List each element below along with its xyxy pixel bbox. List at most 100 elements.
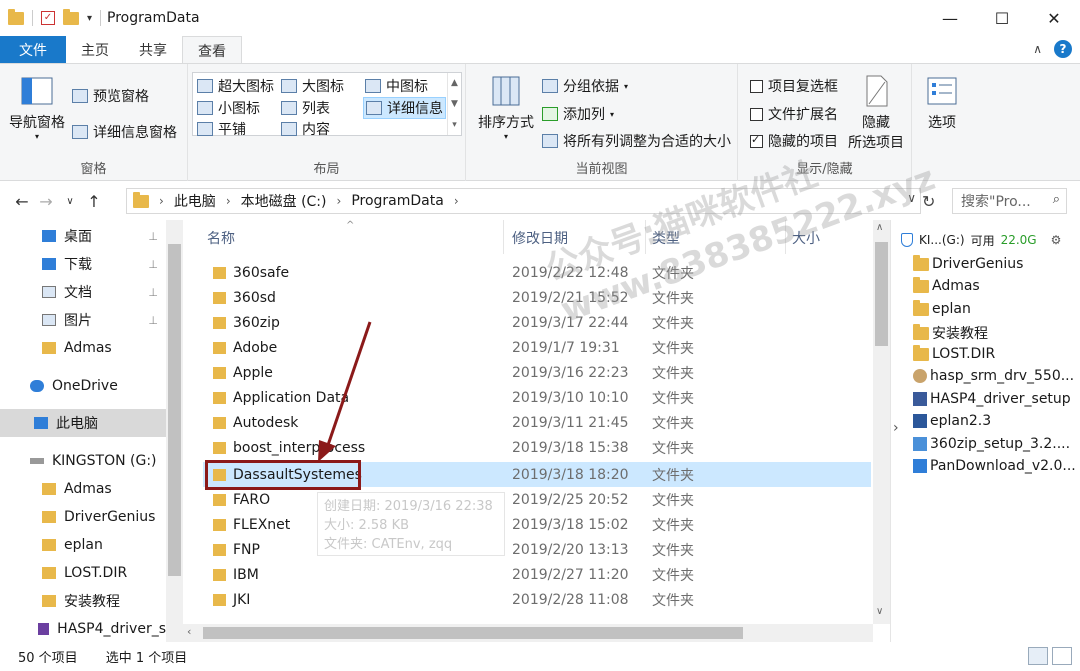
right-pane-item[interactable]: HASP4_driver_setup [913,391,1071,407]
sort-by-button[interactable]: 排序方式 ▾ [476,74,536,141]
column-header-name[interactable]: 名称 [207,226,235,250]
layout-content[interactable]: 内容 [281,119,330,139]
right-pane-item[interactable]: eplan2.3 [913,413,991,429]
layout-large-icons[interactable]: 大图标 [281,76,344,96]
details-view-icon[interactable] [1028,647,1048,665]
column-divider[interactable] [503,220,504,254]
breadcrumb-local-disk[interactable]: 本地磁盘 (C:) [241,191,327,211]
address-bar[interactable]: › 此电脑 › 本地磁盘 (C:) › ProgramData › ∨ [126,188,921,214]
file-row[interactable]: boost_interprocess 2019/3/18 15:38 文件夹 [203,435,871,460]
chevron-down-icon[interactable]: ▼ [451,99,458,109]
nav-item-pictures[interactable]: 图片 ⊥ [0,306,166,334]
file-row[interactable]: Apple 2019/3/16 22:23 文件夹 [203,360,871,385]
right-pane-item[interactable]: 安装教程 [913,323,988,343]
pin-icon[interactable]: ⊥ [148,286,158,299]
navigation-pane-button[interactable]: 导航窗格 ▾ [6,74,68,141]
layout-gallery-scroll[interactable]: ▲ ▼ ▾ [447,73,461,135]
minimize-button[interactable]: — [924,0,976,36]
layout-medium-icons[interactable]: 中图标 [365,76,428,96]
layout-tiles[interactable]: 平铺 [197,119,246,139]
file-row[interactable]: IBM 2019/2/27 11:20 文件夹 [203,562,871,587]
item-checkboxes-toggle[interactable]: 项目复选框 [750,76,838,96]
layout-details[interactable]: 详细信息 [363,97,446,119]
scroll-left-icon[interactable]: ‹ [187,625,191,638]
nav-item-this-pc[interactable]: 此电脑 [0,409,166,437]
nav-item-eplan[interactable]: eplan [0,531,166,559]
chevron-right-icon[interactable]: › [159,194,164,208]
nav-item-hasp4[interactable]: HASP4_driver_s [0,615,166,642]
vertical-scroll-thumb[interactable] [875,242,888,346]
chevron-right-icon[interactable]: › [337,194,342,208]
properties-icon[interactable]: ✓ [41,11,55,25]
column-divider[interactable] [785,220,786,254]
file-extensions-checkbox[interactable] [750,107,763,121]
new-folder-icon[interactable] [63,8,79,25]
horizontal-scroll-thumb[interactable] [203,627,743,639]
chevron-up-icon[interactable]: ▲ [451,78,458,88]
gear-icon[interactable]: ⚙ [1051,233,1062,247]
file-row[interactable]: 360zip 2019/3/17 22:44 文件夹 [203,310,871,335]
scroll-up-icon[interactable]: ∧ [876,222,883,233]
tab-view[interactable]: 查看 [182,36,242,64]
search-icon[interactable]: ⌕ [1053,192,1060,207]
file-row[interactable]: FLEXnet 2019/3/18 15:02 文件夹 [203,512,871,537]
nav-item-admas-pinned[interactable]: Admas [0,334,166,362]
file-row[interactable]: FARO 2019/2/25 20:52 文件夹 [203,487,871,512]
forward-button[interactable]: → [34,192,58,211]
chevron-right-icon[interactable]: › [893,420,899,436]
file-extensions-toggle[interactable]: 文件扩展名 [750,104,838,124]
tab-file[interactable]: 文件 [0,36,66,64]
pin-icon[interactable]: ⊥ [148,258,158,271]
close-button[interactable]: ✕ [1028,0,1080,36]
pin-icon[interactable]: ⊥ [148,314,158,327]
nav-item-kingston[interactable]: KINGSTON (G:) [0,447,166,475]
details-pane-button[interactable]: 详细信息窗格 [72,122,177,142]
breadcrumb-this-pc[interactable]: 此电脑 [174,191,216,211]
add-columns-button[interactable]: 添加列 ▾ [542,104,614,124]
file-row[interactable]: Autodesk 2019/3/11 21:45 文件夹 [203,410,871,435]
pin-icon[interactable]: ⊥ [148,230,158,243]
layout-list[interactable]: 列表 [281,98,330,118]
breadcrumb-programdata[interactable]: ProgramData [351,193,444,209]
nav-item-install-guide[interactable]: 安装教程 [0,587,166,615]
hide-selected-button[interactable]: 隐藏 所选项目 [846,74,906,152]
horizontal-scrollbar[interactable]: ‹ [183,624,873,642]
file-row[interactable]: Adobe 2019/1/7 19:31 文件夹 [203,335,871,360]
size-all-columns-button[interactable]: 将所有列调整为合适的大小 [542,131,731,151]
search-input[interactable]: 搜索"Pro... ⌕ [952,188,1067,214]
scroll-down-icon[interactable]: ∨ [876,606,883,617]
nav-item-onedrive[interactable]: OneDrive [0,372,166,400]
hidden-items-checkbox[interactable] [750,133,763,148]
nav-item-downloads[interactable]: 下载 ⊥ [0,250,166,278]
large-icons-view-icon[interactable] [1052,647,1072,665]
column-header-size[interactable]: 大小 [792,226,820,250]
customize-toolbar-icon[interactable]: ▾ [87,13,92,24]
right-pane-item[interactable]: hasp_srm_drv_550... [913,368,1074,384]
tab-home[interactable]: 主页 [66,36,124,64]
file-row[interactable]: 360sd 2019/2/21 15:52 文件夹 [203,285,871,310]
nav-scrollbar[interactable] [166,220,183,642]
expand-icon[interactable]: ▾ [452,120,457,130]
right-pane-item[interactable]: PanDownload_v2.0... [913,458,1076,474]
right-pane-item[interactable]: eplan [913,299,971,317]
options-button[interactable]: 选项 [922,74,962,132]
help-icon[interactable]: ? [1054,40,1072,58]
file-row[interactable]: Application Data 2019/3/10 10:10 文件夹 [203,385,871,410]
nav-item-drivergenius[interactable]: DriverGenius [0,503,166,531]
column-header-type[interactable]: 类型 [652,226,680,250]
chevron-right-icon[interactable]: › [226,194,231,208]
tab-share[interactable]: 共享 [124,36,182,64]
right-pane-item[interactable]: LOST.DIR [913,344,995,362]
recent-locations-button[interactable]: ∨ [58,196,82,207]
up-button[interactable]: ↑ [82,192,106,211]
column-divider[interactable] [645,220,646,254]
right-pane-item[interactable]: Admas [913,276,980,294]
back-button[interactable]: ← [10,192,34,211]
right-pane-item[interactable]: DriverGenius [913,254,1023,272]
address-dropdown-icon[interactable]: ∨ [907,191,916,205]
file-row[interactable]: 360safe 2019/2/22 12:48 文件夹 [203,260,871,285]
maximize-button[interactable]: ☐ [976,0,1028,36]
nav-item-admas[interactable]: Admas [0,475,166,503]
layout-small-icons[interactable]: 小图标 [197,98,260,118]
preview-pane-button[interactable]: 预览窗格 [72,86,149,106]
